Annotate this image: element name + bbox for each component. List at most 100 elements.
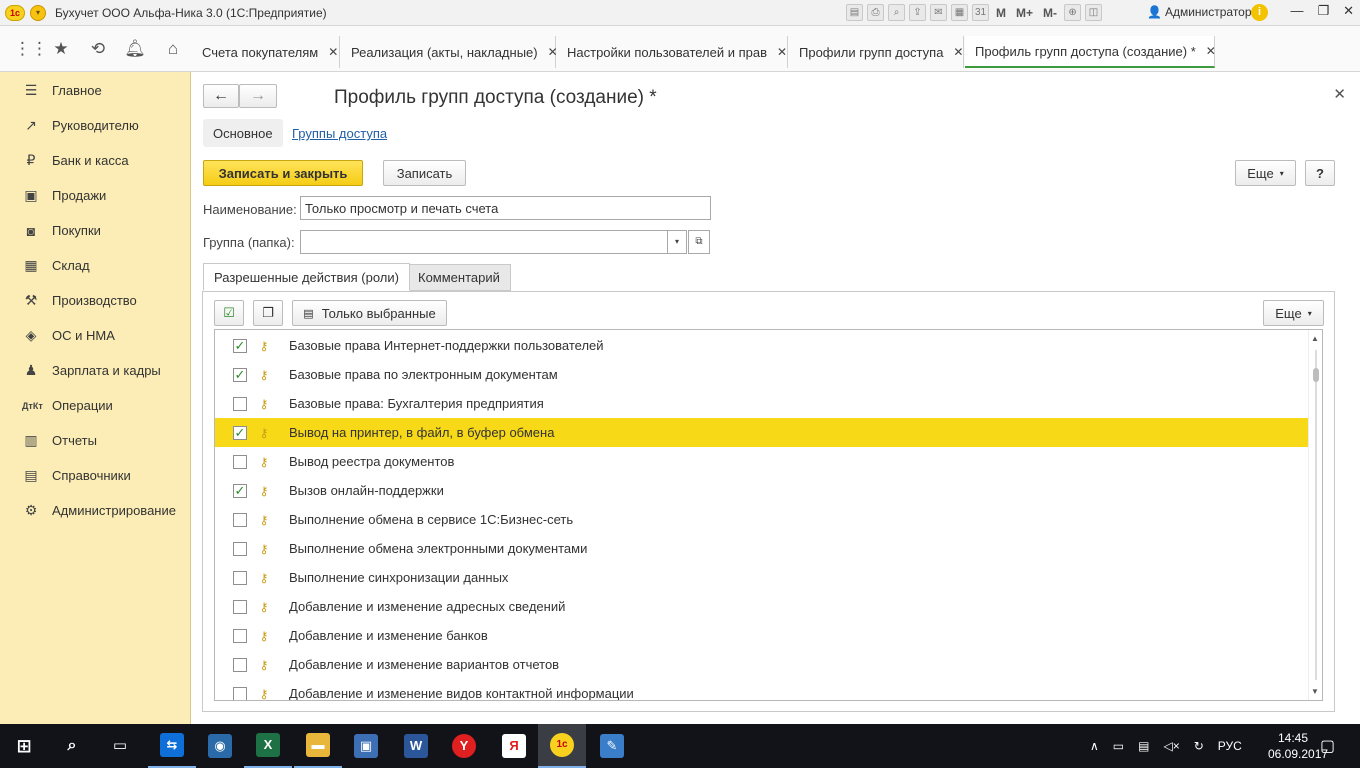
taskbar-teamviewer[interactable]: ⇆: [148, 724, 196, 768]
sidebar-item-payroll[interactable]: ♟ Зарплата и кадры: [0, 353, 190, 388]
panels-icon[interactable]: ◫: [1085, 4, 1103, 21]
sidebar-item-sales[interactable]: ▣ Продажи: [0, 178, 190, 213]
info-icon[interactable]: i: [1251, 4, 1268, 21]
taskbar-tool[interactable]: ✎: [588, 724, 636, 768]
table-row[interactable]: ⚷ Базовые права: Бухгалтерия предприятия: [215, 389, 1310, 418]
close-icon[interactable]: ✕: [1206, 44, 1216, 58]
grid-more-button[interactable]: Еще ▾: [1263, 300, 1324, 326]
tab-invoices[interactable]: Счета покупателям ✕: [192, 36, 340, 68]
close-icon[interactable]: ✕: [777, 45, 787, 59]
scroll-down-icon[interactable]: ▼: [1311, 687, 1319, 696]
sidebar-item-bank[interactable]: ₽ Банк и касса: [0, 143, 190, 178]
table-row[interactable]: ⚷ Добавление и изменение банков: [215, 621, 1310, 650]
calendar-icon[interactable]: 31: [972, 4, 989, 21]
back-button[interactable]: ←: [203, 84, 239, 108]
notifications-icon[interactable]: ▢: [1320, 736, 1335, 756]
clock[interactable]: 14:45 06.09.2017: [1268, 730, 1328, 762]
minimize-icon[interactable]: —: [1290, 3, 1303, 19]
zoom-icon[interactable]: ⊕: [1064, 4, 1082, 21]
table-row[interactable]: ⚷ Выполнение синхронизации данных: [215, 563, 1310, 592]
role-checkbox[interactable]: [233, 541, 247, 556]
history-icon[interactable]: ⟲: [87, 38, 109, 60]
role-checkbox[interactable]: ✓: [233, 483, 247, 498]
roles-table[interactable]: ✓ ⚷ Базовые права Интернет-поддержки польз…: [214, 329, 1323, 701]
role-checkbox[interactable]: [233, 657, 247, 672]
group-open-button[interactable]: ⧉: [688, 230, 710, 254]
table-row[interactable]: ⚷ Добавление и изменение вариантов отчето…: [215, 650, 1310, 679]
memory-plus-button[interactable]: M+: [1013, 6, 1036, 20]
tab-access-profiles[interactable]: Профили групп доступа ✕: [789, 36, 964, 68]
language-indicator[interactable]: РУС: [1218, 739, 1242, 753]
forward-button[interactable]: →: [239, 84, 277, 108]
save-icon[interactable]: ▤: [846, 4, 863, 21]
tab-sales[interactable]: Реализация (акты, накладные) ✕: [341, 36, 558, 68]
role-checkbox[interactable]: [233, 512, 247, 527]
close-icon[interactable]: ✕: [953, 45, 963, 59]
role-checkbox[interactable]: ✓: [233, 425, 247, 440]
sidebar-item-main[interactable]: ☰ Главное: [0, 73, 190, 108]
table-row[interactable]: ✓ ⚷ Базовые права по электронным документа…: [215, 360, 1310, 389]
sidebar-item-director[interactable]: ↗ Руководителю: [0, 108, 190, 143]
close-icon[interactable]: ✕: [328, 45, 338, 59]
role-checkbox[interactable]: [233, 454, 247, 469]
sidebar-item-production[interactable]: ⚒ Производство: [0, 283, 190, 318]
network-status-icon[interactable]: ▤: [1138, 739, 1149, 753]
role-checkbox[interactable]: [233, 628, 247, 643]
notifications-bell-icon[interactable]: 🔔︎: [124, 38, 146, 60]
table-row[interactable]: ⚷ Добавление и изменение адресных сведени…: [215, 592, 1310, 621]
sidebar-item-assets[interactable]: ◈ ОС и НМА: [0, 318, 190, 353]
table-row[interactable]: ⚷ Выполнение обмена электронными документ…: [215, 534, 1310, 563]
table-row[interactable]: ⚷ Выполнение обмена в сервисе 1С:Бизнес-с…: [215, 505, 1310, 534]
restore-icon[interactable]: ❐: [1317, 3, 1329, 19]
chevron-up-icon[interactable]: ∧: [1090, 739, 1099, 753]
upload-icon[interactable]: ⇪: [909, 4, 926, 21]
close-form-icon[interactable]: ✕: [1333, 85, 1346, 103]
save-button[interactable]: Записать: [383, 160, 466, 186]
taskbar-yandex-browser[interactable]: Y: [440, 724, 488, 768]
taskbar-yandex[interactable]: Я: [490, 724, 538, 768]
table-row[interactable]: ✓ ⚷ Вызов онлайн-поддержки: [215, 476, 1310, 505]
tab-access-profile-create[interactable]: Профиль групп доступа (создание) * ✕: [965, 36, 1216, 68]
role-checkbox[interactable]: [233, 396, 247, 411]
taskbar-1c[interactable]: 1с: [538, 724, 586, 768]
table-row[interactable]: ✓ ⚷ Базовые права Интернет-поддержки польз…: [215, 331, 1310, 360]
scroll-up-icon[interactable]: ▲: [1311, 334, 1319, 343]
sidebar-item-admin[interactable]: ⚙ Администрирование: [0, 493, 190, 528]
mail-icon[interactable]: ✉: [930, 4, 947, 21]
start-button[interactable]: ⊞: [0, 724, 48, 768]
taskbar-network[interactable]: ▣: [342, 724, 390, 768]
name-field[interactable]: Только просмотр и печать счета: [300, 196, 711, 220]
table-row[interactable]: ⚷ Добавление и изменение видов контактной…: [215, 679, 1310, 700]
more-button[interactable]: Еще ▾: [1235, 160, 1296, 186]
search-button[interactable]: ⌕: [48, 724, 96, 768]
user-menu[interactable]: 👤 Администратор: [1147, 5, 1252, 19]
memory-button[interactable]: M: [993, 6, 1009, 20]
favorites-star-icon[interactable]: ★: [50, 38, 72, 60]
home-icon[interactable]: ⌂: [162, 38, 184, 60]
vertical-scrollbar[interactable]: ▲ ▼: [1308, 330, 1322, 700]
sidebar-item-reports[interactable]: ▥ Отчеты: [0, 423, 190, 458]
sidebar-item-warehouse[interactable]: ▦ Склад: [0, 248, 190, 283]
main-menu-icon[interactable]: ▾: [30, 4, 46, 21]
save-and-close-button[interactable]: Записать и закрыть: [203, 160, 363, 186]
calculator-icon[interactable]: ▦: [951, 4, 968, 21]
task-view-button[interactable]: ▭: [96, 724, 144, 768]
help-button[interactable]: ?: [1305, 160, 1335, 186]
print-icon[interactable]: ⎙: [867, 4, 884, 21]
1c-logo-icon[interactable]: 1с: [5, 4, 25, 21]
role-checkbox[interactable]: ✓: [233, 338, 247, 353]
tab-allowed-roles[interactable]: Разрешенные действия (роли): [203, 263, 410, 291]
close-window-icon[interactable]: ✕: [1343, 3, 1354, 19]
table-row[interactable]: ✓ ⚷ Вывод на принтер, в файл, в буфер обме…: [215, 418, 1310, 447]
section-main[interactable]: Основное: [203, 119, 283, 147]
group-dropdown-button[interactable]: ▾: [667, 230, 687, 254]
group-field[interactable]: [300, 230, 668, 254]
role-checkbox[interactable]: [233, 599, 247, 614]
battery-icon[interactable]: ▭: [1113, 739, 1124, 753]
volume-mute-icon[interactable]: ◁×: [1163, 739, 1179, 753]
sidebar-item-operations[interactable]: ДтКт Операции: [0, 388, 190, 423]
memory-minus-button[interactable]: M-: [1040, 6, 1060, 20]
taskbar-explorer[interactable]: ▬: [294, 724, 342, 768]
role-checkbox[interactable]: [233, 686, 247, 700]
section-access-groups-link[interactable]: Группы доступа: [292, 126, 387, 141]
